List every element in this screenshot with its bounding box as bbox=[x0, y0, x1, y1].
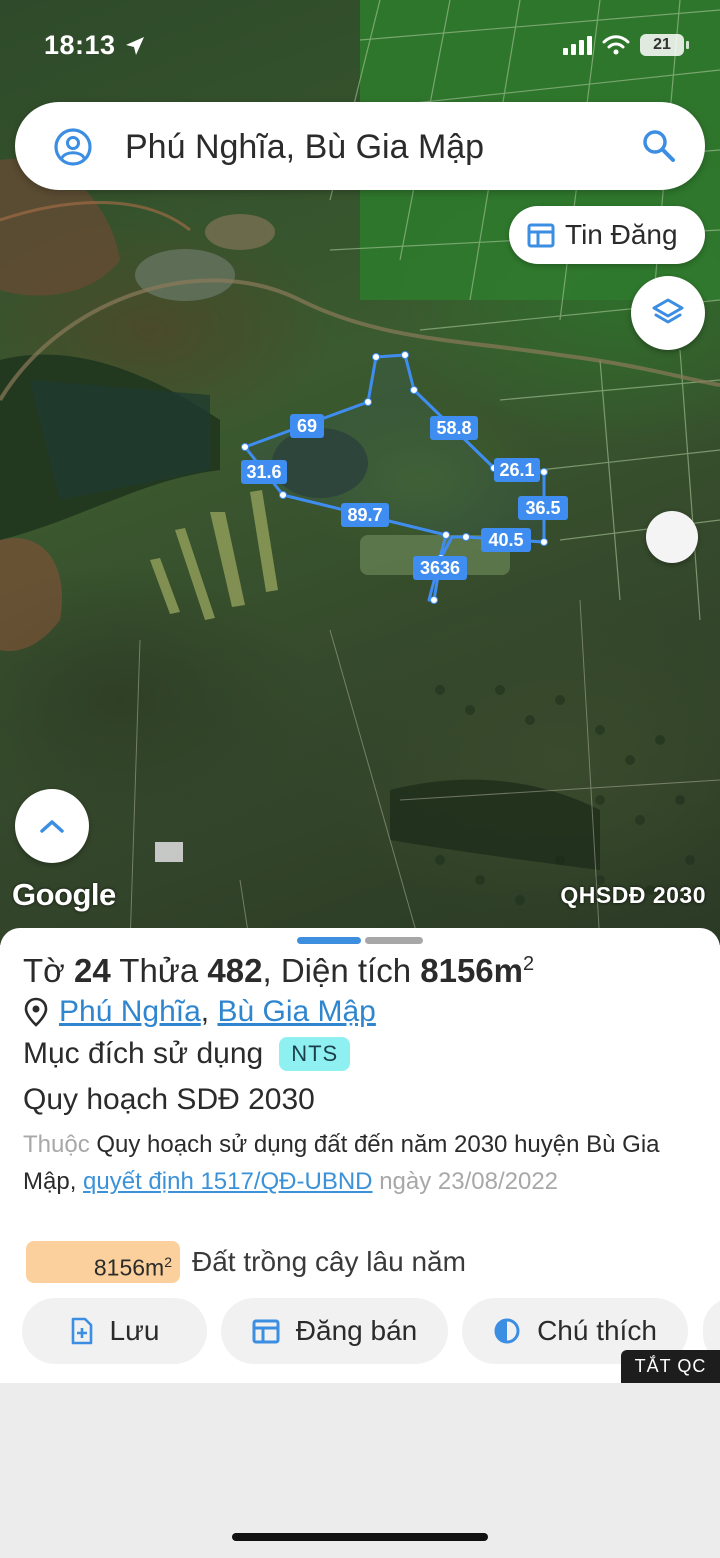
side-drawer-handle[interactable] bbox=[646, 511, 698, 563]
status-time: 18:13 bbox=[44, 30, 116, 60]
contrast-icon bbox=[494, 1318, 520, 1344]
location-row: Phú Nghĩa, Bù Gia Mập bbox=[23, 995, 376, 1029]
chevron-up-icon bbox=[40, 820, 64, 833]
status-indicators: 21 bbox=[562, 34, 689, 56]
edge-label: 40.5 bbox=[481, 528, 531, 552]
svg-text:31.6: 31.6 bbox=[246, 462, 281, 482]
svg-text:58.8: 58.8 bbox=[436, 418, 471, 438]
calendar-list-icon bbox=[527, 223, 555, 248]
parcel-info-sheet[interactable]: Tờ 24 Thửa 482, Diện tích 8156m2 Phú Ngh… bbox=[0, 928, 720, 1383]
google-logo: Google bbox=[12, 877, 116, 912]
location-arrow-icon bbox=[126, 37, 144, 55]
parcel-title: Tờ 24 Thửa 482, Diện tích 8156m2 bbox=[23, 952, 535, 989]
save-button[interactable]: Lưu bbox=[22, 1298, 207, 1364]
disable-ads-button[interactable]: TẮT QC bbox=[621, 1350, 720, 1383]
wifi-icon bbox=[602, 35, 630, 55]
search-icon[interactable] bbox=[641, 128, 677, 164]
edge-label: 89.7 bbox=[341, 503, 389, 527]
svg-text:36.5: 36.5 bbox=[525, 498, 560, 518]
svg-text:69: 69 bbox=[297, 416, 317, 436]
land-type-area-chip: 8156m2 bbox=[26, 1241, 180, 1283]
location-pin-icon bbox=[24, 997, 48, 1027]
listings-button-label: Tin Đăng bbox=[565, 219, 678, 250]
home-indicator[interactable] bbox=[232, 1533, 488, 1541]
sheet-page-indicator[interactable] bbox=[365, 937, 423, 944]
land-use-code-badge: NTS bbox=[279, 1037, 351, 1071]
land-type-label: Đất trồng cây lâu năm bbox=[192, 1246, 466, 1277]
svg-text:40.5: 40.5 bbox=[488, 530, 523, 550]
area-value: 8156m bbox=[420, 952, 523, 989]
map-view[interactable]: 69 58.8 31.6 26.1 89.7 36.5 40.5 3636 18… bbox=[0, 0, 720, 945]
plan-title: Quy hoạch SDĐ 2030 bbox=[23, 1083, 315, 1116]
land-use-row: Mục đích sử dụng NTS bbox=[23, 1037, 351, 1071]
svg-text:3636: 3636 bbox=[420, 558, 460, 578]
decision-link[interactable]: quyết định 1517/QĐ-UBND bbox=[83, 1168, 372, 1195]
plan-layer-label: QHSDĐ 2030 bbox=[560, 882, 706, 908]
district-link[interactable]: Bù Gia Mập bbox=[217, 995, 375, 1029]
edge-label: 69 bbox=[290, 414, 324, 438]
edge-label: 3636 bbox=[413, 556, 467, 580]
file-add-icon bbox=[71, 1317, 92, 1345]
land-type-legend: 8156m2 Đất trồng cây lâu năm bbox=[26, 1241, 466, 1283]
battery-indicator: 21 bbox=[640, 34, 689, 56]
plot-number: 482 bbox=[207, 952, 263, 989]
edge-label: 36.5 bbox=[518, 496, 568, 520]
layers-button[interactable] bbox=[631, 276, 705, 350]
edge-label: 31.6 bbox=[241, 460, 287, 484]
layers-icon bbox=[652, 298, 684, 324]
action-buttons: Lưu Đăng bán Chú thích bbox=[22, 1298, 688, 1364]
sheet-number: 24 bbox=[73, 952, 111, 989]
search-bar[interactable] bbox=[15, 102, 705, 190]
cellular-signal-icon bbox=[563, 36, 592, 55]
plan-description: Thuộc Quy hoạch sử dụng đất đến năm 2030… bbox=[23, 1131, 660, 1195]
svg-text:26.1: 26.1 bbox=[499, 460, 534, 480]
calendar-list-icon bbox=[252, 1319, 280, 1344]
edge-label: 58.8 bbox=[430, 416, 478, 440]
account-icon[interactable] bbox=[53, 127, 93, 167]
sheet-page-indicator-active[interactable] bbox=[297, 937, 361, 944]
decision-date: 23/08/2022 bbox=[437, 1168, 559, 1195]
search-input[interactable] bbox=[125, 122, 625, 172]
expand-up-button[interactable] bbox=[15, 789, 89, 863]
land-use-label: Mục đích sử dụng bbox=[23, 1037, 264, 1070]
listings-button[interactable]: Tin Đăng bbox=[509, 206, 705, 264]
commune-link[interactable]: Phú Nghĩa bbox=[59, 995, 201, 1029]
edge-label: 26.1 bbox=[494, 458, 540, 482]
post-sale-button[interactable]: Đăng bán bbox=[221, 1298, 448, 1364]
svg-text:89.7: 89.7 bbox=[347, 505, 382, 525]
